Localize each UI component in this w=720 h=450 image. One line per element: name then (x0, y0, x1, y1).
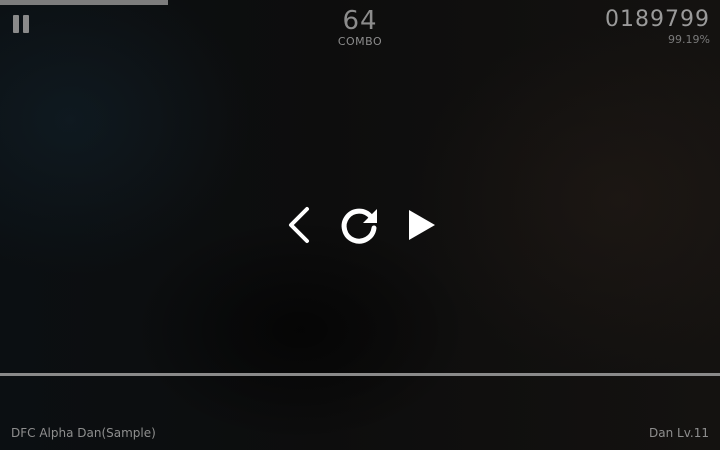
back-button[interactable] (286, 206, 312, 244)
song-progress-bar (0, 0, 720, 5)
judgement-line (0, 373, 720, 376)
score-value: 0189799 (605, 7, 710, 32)
song-title: DFC Alpha Dan(Sample) (11, 426, 156, 440)
difficulty-level: Dan Lv.11 (649, 426, 709, 440)
retry-icon (341, 208, 377, 244)
pause-icon-bar-right (23, 15, 29, 33)
pause-menu-controls (280, 200, 440, 250)
retry-button[interactable] (338, 204, 380, 246)
song-progress-fill (0, 0, 169, 5)
pause-icon-bar-left (13, 15, 19, 33)
accuracy-value: 99.19% (668, 33, 710, 46)
resume-button[interactable] (406, 208, 438, 242)
play-icon (409, 210, 435, 240)
score-display: 0189799 99.19% (605, 7, 710, 47)
chevron-left-icon (289, 207, 309, 243)
combo-counter: 64 COMBO (310, 6, 410, 48)
pause-button[interactable] (12, 15, 32, 33)
combo-value: 64 (342, 6, 378, 36)
combo-label: COMBO (337, 35, 383, 48)
